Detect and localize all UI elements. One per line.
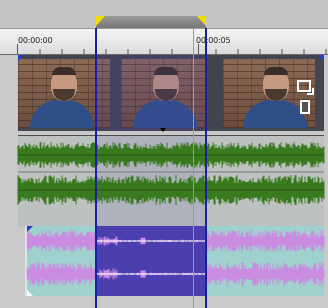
selection-end-line[interactable] <box>205 28 207 308</box>
playback-cursor[interactable] <box>193 28 194 308</box>
selection-start-line[interactable] <box>95 28 97 308</box>
audio-2-waveform <box>25 226 325 296</box>
timeline-bottom-strip <box>0 296 328 308</box>
